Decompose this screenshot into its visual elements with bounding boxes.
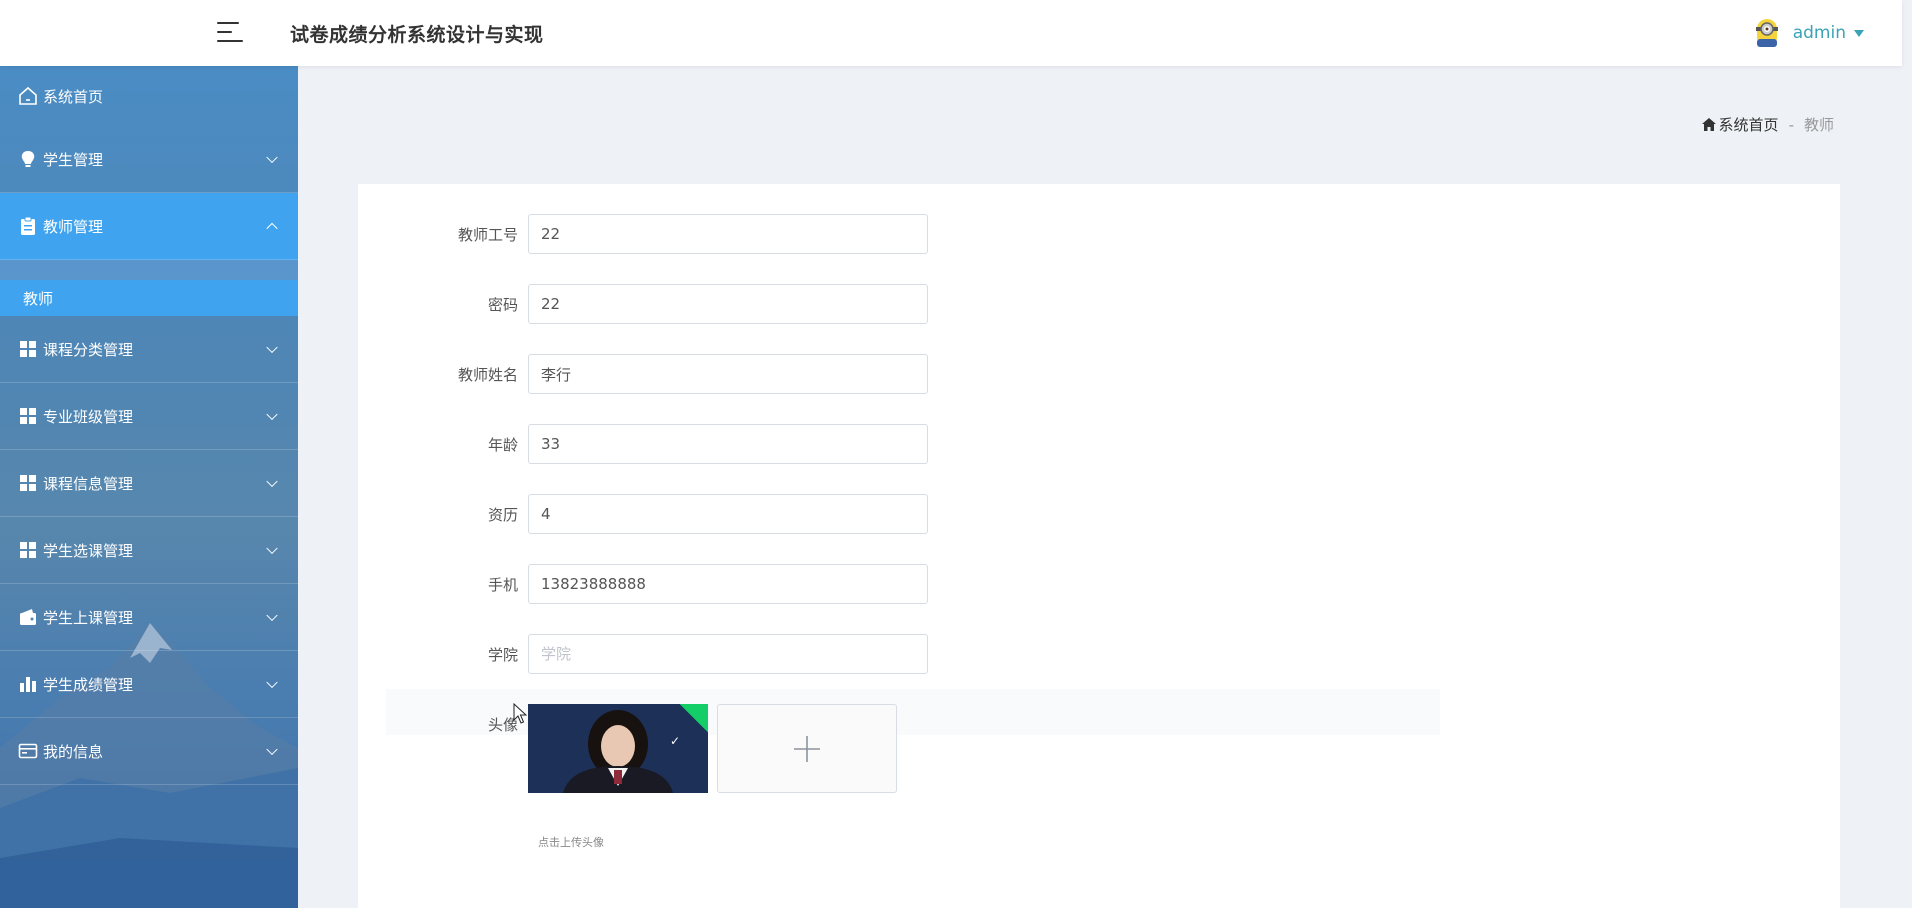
seniority-input[interactable]: [528, 494, 928, 534]
grid-icon: [18, 473, 38, 493]
sidebar-item-course-category[interactable]: 课程分类管理: [0, 316, 298, 383]
sidebar-item-label: 学生选课管理: [43, 541, 134, 560]
chevron-down-icon: [266, 676, 278, 689]
minion-avatar-icon: [1753, 17, 1781, 49]
mouse-cursor-icon: [513, 703, 527, 724]
chevron-down-icon: [266, 408, 278, 421]
sidebar-item-label: 学生管理: [43, 150, 104, 169]
phone-label: 手机: [487, 575, 518, 594]
top-header: 试卷成绩分析系统设计与实现 admin: [0, 0, 1902, 66]
form-row-seniority: 资历: [358, 494, 928, 534]
sidebar-item-label: 我的信息: [43, 742, 104, 761]
system-title: 试卷成绩分析系统设计与实现: [290, 24, 544, 46]
sidebar-item-label: 学生成绩管理: [43, 675, 134, 694]
chevron-down-icon: [266, 542, 278, 555]
teacher-id-label: 教师工号: [457, 225, 518, 244]
breadcrumb-home-label: 系统首页: [1718, 116, 1779, 134]
home-icon: [18, 86, 38, 106]
bulb-icon: [18, 149, 38, 169]
breadcrumb: 系统首页 - 教师: [1701, 114, 1834, 135]
seniority-label: 资历: [487, 505, 518, 524]
teacher-name-label: 教师姓名: [457, 365, 518, 384]
chevron-down-icon: [266, 475, 278, 488]
sidebar-item-student[interactable]: 学生管理: [0, 126, 298, 193]
breadcrumb-current: 教师: [1803, 116, 1834, 134]
sidebar-item-my-info[interactable]: 我的信息: [0, 718, 298, 785]
sidebar-item-class[interactable]: 专业班级管理: [0, 383, 298, 450]
sidebar-item-home[interactable]: 系统首页: [0, 66, 298, 126]
sidebar-item-label: 教师管理: [43, 217, 104, 236]
wallet-icon: [18, 607, 38, 627]
bar-chart-icon: [18, 674, 38, 694]
sidebar-item-course-selection[interactable]: 学生选课管理: [0, 517, 298, 584]
sidebar-item-label: 学生上课管理: [43, 608, 134, 627]
sidebar-item-attendance[interactable]: 学生上课管理: [0, 584, 298, 651]
college-label: 学院: [487, 645, 518, 664]
form-row-avatar: 头像 ✓: [358, 704, 897, 793]
form-row-phone: 手机: [358, 564, 928, 604]
sidebar-item-label: 系统首页: [43, 87, 104, 106]
home-icon: [1701, 118, 1716, 131]
form-row-teacher-name: 教师姓名: [358, 354, 928, 394]
clipboard-icon: [18, 216, 38, 236]
password-label: 密码: [487, 295, 518, 314]
chevron-down-icon: [266, 151, 278, 164]
teacher-name-input[interactable]: [528, 354, 928, 394]
grid-icon: [18, 406, 38, 426]
check-icon: ✓: [669, 734, 680, 748]
grid-icon: [18, 540, 38, 560]
avatar-upload-button[interactable]: [717, 704, 897, 793]
form-row-age: 年龄: [358, 424, 928, 464]
avatar-photo[interactable]: ✓: [528, 704, 708, 793]
card-icon: [18, 741, 38, 761]
avatar-label: 头像: [487, 716, 518, 734]
caret-down-icon: [1854, 29, 1864, 37]
portrait-image: [528, 704, 708, 793]
chevron-down-icon: [266, 743, 278, 756]
sidebar-menu: 系统首页 学生管理 教师管理 教师 课程分类管理 专业班级管理 课程信息管理 学…: [0, 66, 298, 785]
teacher-id-input[interactable]: [528, 214, 928, 254]
sidebar-item-grades[interactable]: 学生成绩管理: [0, 651, 298, 718]
menu-toggle-icon[interactable]: [217, 20, 243, 44]
breadcrumb-home[interactable]: 系统首页: [1701, 114, 1779, 135]
grid-icon: [18, 339, 38, 359]
chevron-down-icon: [266, 341, 278, 354]
username-label: admin: [1792, 23, 1846, 43]
form-row-teacher-id: 教师工号: [358, 214, 928, 254]
form-row-password: 密码: [358, 284, 928, 324]
chevron-down-icon: [266, 609, 278, 622]
form-row-college: 学院: [358, 634, 928, 674]
user-menu[interactable]: admin: [1753, 14, 1864, 52]
sidebar-item-teacher[interactable]: 教师管理: [0, 193, 298, 260]
phone-input[interactable]: [528, 564, 928, 604]
plus-icon: [794, 735, 820, 762]
college-input[interactable]: [528, 634, 928, 674]
sidebar-item-label: 课程信息管理: [43, 474, 134, 493]
sidebar-item-course-info[interactable]: 课程信息管理: [0, 450, 298, 517]
password-input[interactable]: [528, 284, 928, 324]
teacher-form-card: 教师工号 密码 教师姓名 年龄 资历 手机 学院 头像: [358, 184, 1840, 908]
submenu-spacer: [0, 260, 298, 280]
breadcrumb-separator: -: [1788, 115, 1794, 134]
avatar-upload-tip: 点击上传头像: [538, 836, 604, 849]
sidebar: 系统首页 学生管理 教师管理 教师 课程分类管理 专业班级管理 课程信息管理 学…: [0, 66, 298, 908]
age-label: 年龄: [487, 435, 518, 454]
sidebar-item-label: 课程分类管理: [43, 340, 134, 359]
age-input[interactable]: [528, 424, 928, 464]
submenu-item-label: 教师: [23, 289, 54, 308]
sidebar-item-label: 专业班级管理: [43, 407, 134, 426]
chevron-up-icon: [266, 222, 278, 235]
submenu-item-teacher[interactable]: 教师: [0, 280, 298, 316]
